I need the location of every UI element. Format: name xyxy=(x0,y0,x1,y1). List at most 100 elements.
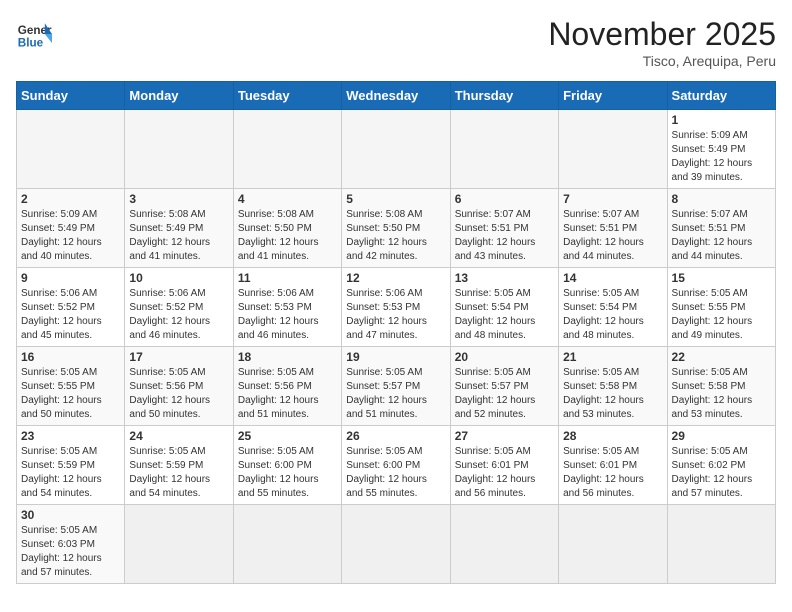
day-info: Sunrise: 5:09 AMSunset: 5:49 PMDaylight:… xyxy=(672,129,771,185)
day-number: 11 xyxy=(238,271,337,285)
calendar-cell: 19Sunrise: 5:05 AMSunset: 5:57 PMDayligh… xyxy=(342,347,450,426)
day-number: 6 xyxy=(455,192,554,206)
weekday-header-thursday: Thursday xyxy=(450,82,558,110)
day-info: Sunrise: 5:05 AMSunset: 6:01 PMDaylight:… xyxy=(455,445,554,501)
day-number: 7 xyxy=(563,192,662,206)
calendar-cell: 3 Sunrise: 5:08 AMSunset: 5:49 PMDaylight… xyxy=(125,189,233,268)
calendar-cell: 28Sunrise: 5:05 AMSunset: 6:01 PMDayligh… xyxy=(559,426,667,505)
calendar-cell: 18 Sunrise: 5:05 AMSunset: 5:56 PMDayligh… xyxy=(233,347,341,426)
weekday-header-saturday: Saturday xyxy=(667,82,775,110)
calendar-cell xyxy=(342,110,450,189)
day-info: Sunrise: 5:07 AMSunset: 5:51 PMDaylight:… xyxy=(455,208,554,264)
calendar-cell: 16 Sunrise: 5:05 AMSunset: 5:55 PMDayligh… xyxy=(17,347,125,426)
svg-text:Blue: Blue xyxy=(18,37,44,50)
day-number: 2 xyxy=(21,192,120,206)
day-number: 25 xyxy=(238,429,337,443)
calendar-week-2: 2Sunrise: 5:09 AMSunset: 5:49 PMDaylight… xyxy=(17,189,776,268)
calendar-cell: 2Sunrise: 5:09 AMSunset: 5:49 PMDaylight… xyxy=(17,189,125,268)
day-number: 8 xyxy=(672,192,771,206)
calendar-cell: 6 Sunrise: 5:07 AMSunset: 5:51 PMDaylight… xyxy=(450,189,558,268)
day-number: 3 xyxy=(129,192,228,206)
calendar-week-3: 9Sunrise: 5:06 AMSunset: 5:52 PMDaylight… xyxy=(17,268,776,347)
day-number: 27 xyxy=(455,429,554,443)
weekday-header-row: SundayMondayTuesdayWednesdayThursdayFrid… xyxy=(17,82,776,110)
day-info: Sunrise: 5:06 AMSunset: 5:52 PMDaylight:… xyxy=(129,287,228,343)
calendar-cell: 15Sunrise: 5:05 AMSunset: 5:55 PMDayligh… xyxy=(667,268,775,347)
day-info: Sunrise: 5:08 AMSunset: 5:50 PMDaylight:… xyxy=(238,208,337,264)
calendar-week-1: 1 Sunrise: 5:09 AMSunset: 5:49 PMDaylight… xyxy=(17,110,776,189)
calendar-cell: 25 Sunrise: 5:05 AMSunset: 6:00 PMDayligh… xyxy=(233,426,341,505)
weekday-header-sunday: Sunday xyxy=(17,82,125,110)
calendar-cell xyxy=(17,110,125,189)
location: Tisco, Arequipa, Peru xyxy=(548,53,776,69)
day-number: 21 xyxy=(563,350,662,364)
day-info: Sunrise: 5:05 AMSunset: 5:58 PMDaylight:… xyxy=(672,366,771,422)
day-number: 14 xyxy=(563,271,662,285)
calendar-cell: 7 Sunrise: 5:07 AMSunset: 5:51 PMDaylight… xyxy=(559,189,667,268)
day-number: 26 xyxy=(346,429,445,443)
calendar-week-6: 30Sunrise: 5:05 AMSunset: 6:03 PMDayligh… xyxy=(17,505,776,584)
day-info: Sunrise: 5:05 AMSunset: 5:58 PMDaylight:… xyxy=(563,366,662,422)
day-number: 15 xyxy=(672,271,771,285)
day-number: 12 xyxy=(346,271,445,285)
calendar-cell: 14 Sunrise: 5:05 AMSunset: 5:54 PMDayligh… xyxy=(559,268,667,347)
calendar-cell xyxy=(450,110,558,189)
weekday-header-friday: Friday xyxy=(559,82,667,110)
calendar-cell: 5 Sunrise: 5:08 AMSunset: 5:50 PMDaylight… xyxy=(342,189,450,268)
day-info: Sunrise: 5:08 AMSunset: 5:49 PMDaylight:… xyxy=(129,208,228,264)
day-number: 5 xyxy=(346,192,445,206)
day-number: 13 xyxy=(455,271,554,285)
weekday-header-tuesday: Tuesday xyxy=(233,82,341,110)
calendar-cell: 30Sunrise: 5:05 AMSunset: 6:03 PMDayligh… xyxy=(17,505,125,584)
day-info: Sunrise: 5:05 AMSunset: 5:59 PMDaylight:… xyxy=(21,445,120,501)
day-number: 4 xyxy=(238,192,337,206)
day-number: 10 xyxy=(129,271,228,285)
day-number: 28 xyxy=(563,429,662,443)
day-info: Sunrise: 5:05 AMSunset: 6:03 PMDaylight:… xyxy=(21,524,120,580)
day-info: Sunrise: 5:07 AMSunset: 5:51 PMDaylight:… xyxy=(563,208,662,264)
day-info: Sunrise: 5:06 AMSunset: 5:53 PMDaylight:… xyxy=(346,287,445,343)
day-info: Sunrise: 5:05 AMSunset: 5:54 PMDaylight:… xyxy=(563,287,662,343)
calendar-cell: 24 Sunrise: 5:05 AMSunset: 5:59 PMDayligh… xyxy=(125,426,233,505)
calendar-week-5: 23 Sunrise: 5:05 AMSunset: 5:59 PMDayligh… xyxy=(17,426,776,505)
calendar-cell: 27 Sunrise: 5:05 AMSunset: 6:01 PMDayligh… xyxy=(450,426,558,505)
day-info: Sunrise: 5:05 AMSunset: 5:56 PMDaylight:… xyxy=(129,366,228,422)
day-info: Sunrise: 5:05 AMSunset: 6:00 PMDaylight:… xyxy=(238,445,337,501)
calendar-cell xyxy=(450,505,558,584)
calendar-cell: 1 Sunrise: 5:09 AMSunset: 5:49 PMDaylight… xyxy=(667,110,775,189)
day-info: Sunrise: 5:05 AMSunset: 5:59 PMDaylight:… xyxy=(129,445,228,501)
day-number: 29 xyxy=(672,429,771,443)
day-number: 19 xyxy=(346,350,445,364)
calendar-cell xyxy=(125,505,233,584)
day-info: Sunrise: 5:08 AMSunset: 5:50 PMDaylight:… xyxy=(346,208,445,264)
day-number: 23 xyxy=(21,429,120,443)
calendar-cell: 11Sunrise: 5:06 AMSunset: 5:53 PMDayligh… xyxy=(233,268,341,347)
month-title: November 2025 xyxy=(548,16,776,53)
day-info: Sunrise: 5:05 AMSunset: 5:55 PMDaylight:… xyxy=(21,366,120,422)
day-info: Sunrise: 5:06 AMSunset: 5:52 PMDaylight:… xyxy=(21,287,120,343)
calendar-cell: 10 Sunrise: 5:06 AMSunset: 5:52 PMDayligh… xyxy=(125,268,233,347)
calendar-cell xyxy=(559,505,667,584)
day-number: 18 xyxy=(238,350,337,364)
weekday-header-wednesday: Wednesday xyxy=(342,82,450,110)
day-number: 16 xyxy=(21,350,120,364)
calendar-cell: 12 Sunrise: 5:06 AMSunset: 5:53 PMDayligh… xyxy=(342,268,450,347)
day-number: 20 xyxy=(455,350,554,364)
calendar-table: SundayMondayTuesdayWednesdayThursdayFrid… xyxy=(16,81,776,584)
day-number: 24 xyxy=(129,429,228,443)
page-header: General Blue November 2025 Tisco, Arequi… xyxy=(16,16,776,69)
calendar-cell xyxy=(233,505,341,584)
calendar-cell: 29Sunrise: 5:05 AMSunset: 6:02 PMDayligh… xyxy=(667,426,775,505)
calendar-cell xyxy=(667,505,775,584)
day-info: Sunrise: 5:05 AMSunset: 6:00 PMDaylight:… xyxy=(346,445,445,501)
weekday-header-monday: Monday xyxy=(125,82,233,110)
day-number: 22 xyxy=(672,350,771,364)
calendar-cell xyxy=(125,110,233,189)
day-number: 1 xyxy=(672,113,771,127)
day-info: Sunrise: 5:05 AMSunset: 5:56 PMDaylight:… xyxy=(238,366,337,422)
calendar-week-4: 16 Sunrise: 5:05 AMSunset: 5:55 PMDayligh… xyxy=(17,347,776,426)
day-info: Sunrise: 5:07 AMSunset: 5:51 PMDaylight:… xyxy=(672,208,771,264)
calendar-cell: 21 Sunrise: 5:05 AMSunset: 5:58 PMDayligh… xyxy=(559,347,667,426)
calendar-cell: 22 Sunrise: 5:05 AMSunset: 5:58 PMDayligh… xyxy=(667,347,775,426)
logo: General Blue xyxy=(16,16,52,52)
